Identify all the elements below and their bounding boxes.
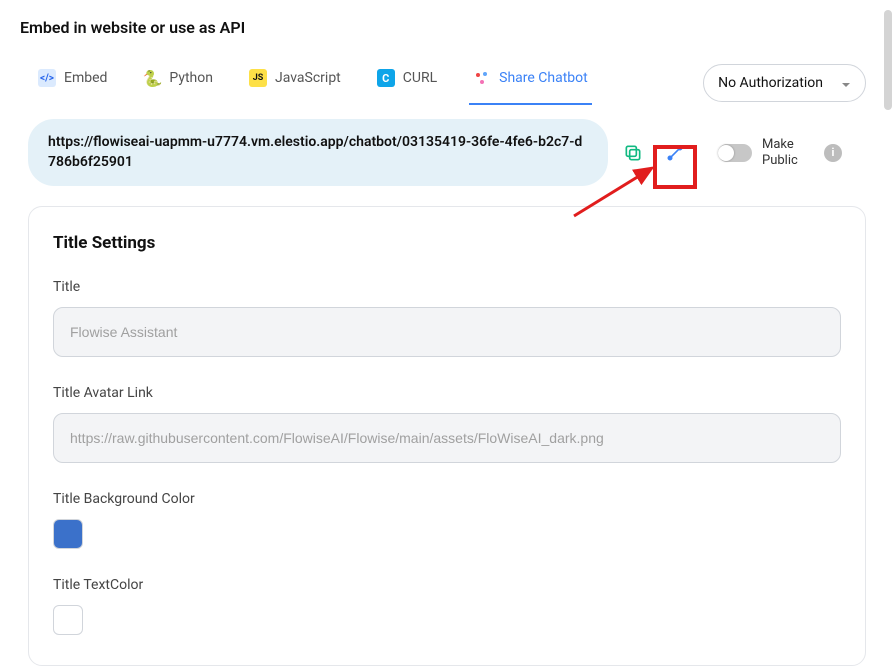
tab-label: CURL [403,70,437,86]
make-public-group: Make Public i [718,137,842,168]
title-bg-color-swatch[interactable] [53,519,83,549]
javascript-icon: JS [249,69,267,87]
settings-heading: Title Settings [53,233,841,253]
make-public-toggle[interactable] [718,144,752,162]
share-url-row: https://flowiseai-uapmm-u7774.vm.elestio… [0,105,894,192]
title-label: Title [53,279,841,295]
tab-label: JavaScript [275,70,341,86]
authorization-select[interactable]: No Authorization [703,64,866,102]
title-settings-card: Title Settings Title Title Avatar Link T… [28,206,866,666]
title-bg-color-label: Title Background Color [53,491,841,507]
authorization-select-wrap: No Authorization [703,64,866,102]
share-icon [473,69,491,87]
embed-icon: </> [38,69,56,87]
tab-label: Python [169,70,213,86]
tabs: </> Embed 🐍 Python JS JavaScript C CURL … [0,47,894,105]
tab-label: Embed [64,70,107,86]
title-text-color-label: Title TextColor [53,577,841,593]
toggle-knob [718,145,734,161]
info-icon[interactable]: i [824,144,842,162]
tab-javascript[interactable]: JS JavaScript [245,61,345,105]
tab-label: Share Chatbot [499,70,588,86]
python-icon: 🐍 [143,69,161,87]
tab-embed[interactable]: </> Embed [34,61,111,105]
share-url[interactable]: https://flowiseai-uapmm-u7774.vm.elestio… [28,119,608,186]
title-avatar-label: Title Avatar Link [53,385,841,401]
open-url-button[interactable] [658,136,692,170]
tab-share-chatbot[interactable]: Share Chatbot [469,61,592,105]
title-input[interactable] [53,307,841,357]
vertical-scrollbar[interactable] [884,10,892,490]
scrollbar-thumb[interactable] [884,10,892,110]
page-title: Embed in website or use as API [0,0,894,47]
chevron-down-icon [841,78,851,88]
authorization-label: No Authorization [718,75,823,91]
curl-icon: C [377,69,395,87]
tab-python[interactable]: 🐍 Python [139,61,217,105]
title-text-color-swatch[interactable] [53,605,83,635]
make-public-label: Make Public [762,137,810,168]
title-avatar-input[interactable] [53,413,841,463]
tab-curl[interactable]: C CURL [373,61,441,105]
copy-url-button[interactable] [616,136,650,170]
